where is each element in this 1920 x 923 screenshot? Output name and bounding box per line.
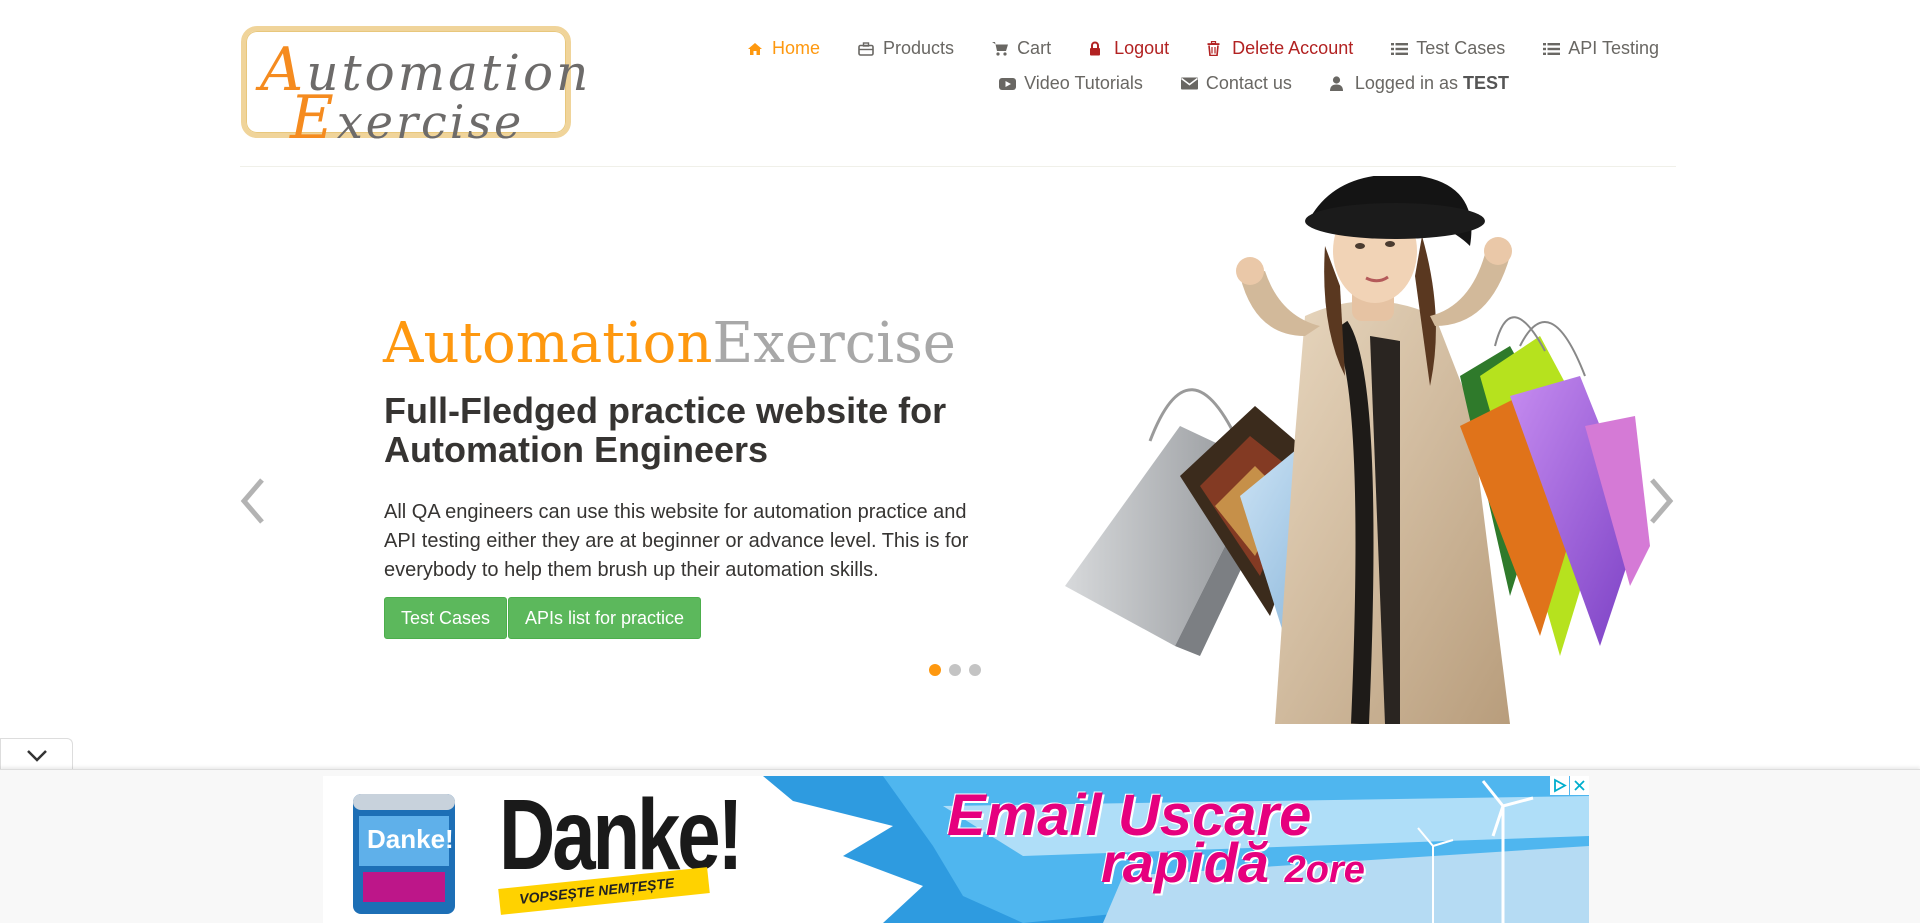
ad-headline-2-small: 2ore xyxy=(1284,849,1365,891)
trash-icon xyxy=(1207,41,1223,56)
ad-collapse-toggle[interactable] xyxy=(0,738,73,770)
slider-prev-arrow[interactable] xyxy=(236,474,270,528)
logo-line-2: Exercise xyxy=(290,83,525,153)
main-navigation: Home Products Cart Logout Delete Account Test… xyxy=(709,38,1659,94)
nav-link-label: Contact us xyxy=(1205,73,1292,93)
slider-brand-title: AutomationExercise xyxy=(383,308,956,380)
nav-link-home[interactable]: Home xyxy=(747,38,820,59)
nav-link-products[interactable]: Products xyxy=(858,38,954,59)
envelope-icon xyxy=(1180,77,1198,90)
slider-headline: Full-Fledged practice website for Automa… xyxy=(384,390,947,470)
nav-link-label: Home xyxy=(772,38,821,58)
site-logo[interactable]: Automation Exercise xyxy=(241,26,588,153)
logged-in-username: TEST xyxy=(1462,73,1509,93)
list-icon xyxy=(1543,42,1561,56)
svg-text:Danke!: Danke! xyxy=(367,824,454,854)
nav-link-api-testing[interactable]: API Testing xyxy=(1543,38,1659,59)
slider-dot-2[interactable] xyxy=(949,664,961,676)
nav-link-label: Video Tutorials xyxy=(1024,73,1143,93)
chevron-left-icon xyxy=(240,478,264,524)
test-cases-button[interactable]: Test Cases xyxy=(384,597,508,639)
ad-info-button[interactable] xyxy=(1550,776,1569,795)
slider-description: All QA engineers can use this website fo… xyxy=(384,501,969,581)
paint-can-image: Danke! xyxy=(353,794,455,914)
hero-image-girl-with-shopping-bags xyxy=(1065,176,1650,724)
nav-link-label: Delete Account xyxy=(1232,38,1354,58)
brand-part-automation: Automation xyxy=(383,311,713,376)
nav-link-test-cases[interactable]: Test Cases xyxy=(1391,38,1505,59)
nav-link-video-tutorials[interactable]: Video Tutorials xyxy=(999,73,1143,94)
adchoices-icon xyxy=(1554,778,1567,793)
ad-close-button[interactable] xyxy=(1570,776,1589,795)
nav-row-secondary: Video Tutorials Contact us Logged in as TES… xyxy=(709,73,1509,94)
chevron-down-icon xyxy=(27,750,47,762)
nav-link-label: Products xyxy=(883,38,955,58)
header-divider xyxy=(240,166,1676,167)
lock-icon xyxy=(1089,41,1105,56)
nav-link-logout[interactable]: Logout xyxy=(1089,38,1169,59)
nav-link-label: Test Cases xyxy=(1416,38,1506,58)
nav-link-label: API Testing xyxy=(1568,38,1659,58)
ad-headline-2: rapidă 2ore xyxy=(1101,830,1365,895)
youtube-play-icon xyxy=(999,77,1017,91)
nav-row-primary: Home Products Cart Logout Delete Account Test… xyxy=(709,38,1659,59)
user-icon xyxy=(1329,76,1346,91)
nav-link-cart[interactable]: Cart xyxy=(992,38,1051,59)
apis-list-button[interactable]: APIs list for practice xyxy=(508,597,702,639)
ad-headline-2-main: rapidă xyxy=(1101,831,1270,894)
nav-link-label: Logout xyxy=(1114,38,1170,58)
nav-link-contact-us[interactable]: Contact us xyxy=(1180,73,1292,94)
slider-dot-3[interactable] xyxy=(969,664,981,676)
slider-dot-1[interactable] xyxy=(929,664,941,676)
advertisement-banner[interactable]: Danke! Danke! VOPSEȘTE NEMȚEȘTE Email Us… xyxy=(323,776,1589,923)
nav-link-label: Cart xyxy=(1017,38,1052,58)
home-icon xyxy=(747,42,763,56)
briefcase-icon xyxy=(858,41,874,56)
nav-link-delete-account[interactable]: Delete Account xyxy=(1207,38,1353,59)
list-icon xyxy=(1391,42,1409,56)
brand-part-exercise: Exercise xyxy=(712,311,956,376)
nav-link-logged-in-as[interactable]: Logged in as TEST xyxy=(1329,73,1509,94)
close-icon xyxy=(1574,780,1585,791)
nav-link-label: Logged in as xyxy=(1354,73,1458,93)
cart-icon xyxy=(992,41,1009,56)
slider-indicators xyxy=(929,664,989,676)
